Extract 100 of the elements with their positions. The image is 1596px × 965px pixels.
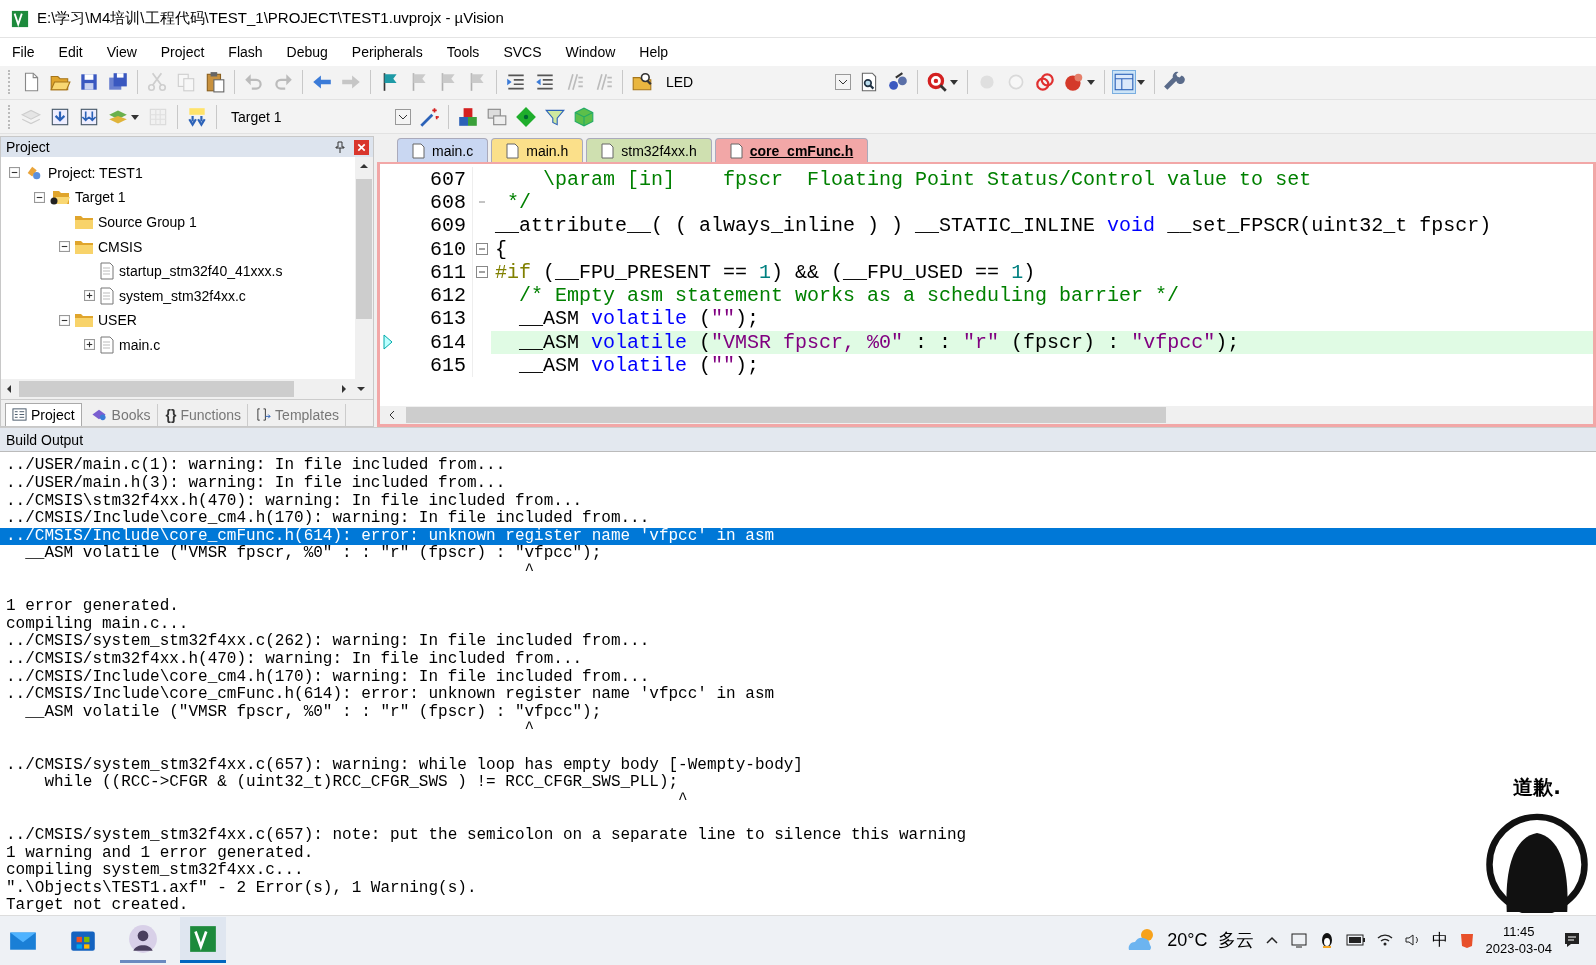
- panel-tab[interactable]: Books: [83, 403, 158, 426]
- file-icon: [99, 262, 115, 281]
- output-line[interactable]: ../CMSIS/system_stm32f4xx.c(657): warning: while loop has empty body [-Wempty-body]: [0, 756, 803, 775]
- file-icon: [99, 335, 115, 354]
- collapse-toggle[interactable]: [9, 167, 20, 179]
- folder-icon: [74, 213, 94, 230]
- magic-wand-icon[interactable]: [418, 105, 440, 128]
- menu-item[interactable]: Peripherals: [351, 44, 434, 60]
- collapse-toggle[interactable]: [59, 241, 70, 253]
- tree-item[interactable]: Source Group 1: [98, 213, 197, 230]
- close-icon[interactable]: [354, 139, 369, 155]
- scroll-thumb[interactable]: [356, 179, 372, 320]
- window-layout-icon[interactable]: [1113, 71, 1135, 94]
- output-line[interactable]: ^: [0, 721, 535, 739]
- fold-toggle[interactable]: [476, 266, 488, 279]
- file-tab[interactable]: main.h: [491, 138, 584, 163]
- tree-item[interactable]: system_stm32f4xx.c: [119, 287, 246, 304]
- combo-box[interactable]: Target 1: [225, 104, 411, 129]
- output-line[interactable]: compiling main.c...: [0, 615, 189, 634]
- pin-icon[interactable]: [334, 141, 346, 154]
- file-icon: [99, 286, 115, 305]
- file-tab[interactable]: stm32f4xx.h: [586, 138, 712, 163]
- monitor-icon[interactable]: [1289, 931, 1308, 950]
- output-line[interactable]: ../CMSIS\stm32f4xx.h(470): warning: In file included from...: [0, 492, 583, 511]
- input-method[interactable]: 中: [1431, 929, 1448, 951]
- expand-toggle[interactable]: [84, 339, 95, 351]
- scroll-thumb[interactable]: [19, 380, 294, 397]
- folder-icon: [74, 238, 94, 255]
- tree-item[interactable]: startup_stm32f40_41xxx.s: [119, 263, 283, 280]
- menu-item[interactable]: View: [106, 44, 148, 60]
- output-line[interactable]: ../CMSIS/system_stm32f4xx.c(262): warning: In file included from...: [0, 633, 650, 651]
- file-icon: [601, 142, 616, 159]
- templates-icon: [256, 407, 272, 423]
- menu-item[interactable]: Tools: [446, 44, 491, 60]
- load-icon[interactable]: [186, 105, 208, 128]
- bug-icon[interactable]: [1063, 71, 1085, 94]
- code-line: __ASM volatile ("");: [518, 307, 761, 331]
- output-line[interactable]: compiling system_stm32f4xx.c...: [0, 862, 304, 880]
- file-icon: [506, 142, 521, 159]
- output-line[interactable]: ".\Objects\TEST1.axf" - 2 Error(s), 1 Warning(s).: [0, 879, 477, 898]
- clock-date[interactable]: 2023-03-04: [1485, 940, 1552, 958]
- temperature[interactable]: 20°C: [1167, 929, 1208, 951]
- file-icon: [729, 142, 744, 159]
- output-line[interactable]: Target not created.: [0, 897, 189, 915]
- tree-item[interactable]: Project: TEST1: [48, 164, 143, 181]
- code-line: __ASM volatile ("");: [518, 353, 761, 378]
- expand-toggle[interactable]: [84, 290, 95, 302]
- diamond-icon[interactable]: [515, 105, 537, 128]
- tree-item[interactable]: CMSIS: [98, 238, 143, 255]
- output-line[interactable]: ../CMSIS/Include\core_cm4.h(170): warning: In file included from...: [0, 668, 650, 687]
- menu-item[interactable]: File: [12, 44, 46, 60]
- code-line: #if (__FPU_PRESENT == 1) && (__FPU_USED == 1): [494, 260, 1037, 284]
- output-line[interactable]: __ASM volatile ("VMSR fpscr, %0" : : "r" (fpscr) : "vfpcc");: [0, 545, 602, 564]
- fold-toggle[interactable]: [476, 243, 488, 255]
- output-line[interactable]: ^: [0, 563, 535, 581]
- tree-item[interactable]: USER: [98, 312, 137, 329]
- code-line: __attribute__( ( always_inline ) ) __STATIC_INLINE void __set_FPSCR(uint32_t fpscr): [494, 214, 1493, 238]
- output-line[interactable]: __ASM volatile ("VMSR fpscr, %0" : : "r" (fpscr) : "vfpcc");: [0, 703, 602, 722]
- paste-icon[interactable]: [204, 71, 226, 94]
- breakpoints-icon[interactable]: [1034, 71, 1056, 94]
- file-tab[interactable]: main.c: [397, 138, 489, 163]
- file-tab[interactable]: core_cmFunc.h: [714, 138, 869, 163]
- target-folder-icon: [49, 188, 71, 207]
- menu-item[interactable]: Flash: [228, 44, 274, 60]
- collapse-toggle[interactable]: [34, 191, 45, 203]
- app-logo-icon: [188, 923, 218, 954]
- panel-tab[interactable]: Project: [5, 402, 82, 426]
- output-line[interactable]: while ((RCC->CFGR & (uint32_t)RCC_CFGR_SWS ) != RCC_CFGR_SWS_PLL);: [0, 774, 679, 792]
- tree-item[interactable]: Target 1: [75, 189, 126, 206]
- menu-item[interactable]: Edit: [58, 44, 94, 60]
- output-line[interactable]: 1 warning and 1 error generated.: [0, 844, 314, 863]
- output-line[interactable]: ../CMSIS/Include\core_cm4.h(170): warning: In file included from...: [0, 510, 650, 528]
- taskbar-app[interactable]: [180, 917, 226, 964]
- tree-item[interactable]: main.c: [119, 336, 161, 353]
- blocks-icon[interactable]: [457, 105, 479, 128]
- menu-item[interactable]: Window: [565, 44, 627, 60]
- panel-tab[interactable]: Templates: [250, 403, 346, 426]
- debug-icon[interactable]: [926, 71, 948, 94]
- output-line[interactable]: ../CMSIS/Include\core_cmFunc.h(614): error: unknown register name 'vfpcc' in asm: [0, 686, 775, 704]
- code-line: \param [in] fpscr Floating Point Status/Control value to set: [542, 167, 1313, 191]
- code-line: {: [494, 237, 508, 261]
- menu-item[interactable]: Project: [160, 44, 216, 60]
- output-line[interactable]: ^: [0, 791, 688, 810]
- cube-icon[interactable]: [573, 105, 595, 128]
- scroll-thumb[interactable]: [406, 406, 1166, 423]
- collapse-toggle[interactable]: [59, 314, 70, 326]
- output-line[interactable]: ../CMSIS/system_stm32f4xx.c(657): note: put the semicolon on a separate line to silence this warning: [0, 826, 967, 845]
- menu-item[interactable]: SVCS: [503, 44, 553, 60]
- battery-icon[interactable]: [1345, 933, 1366, 948]
- output-line[interactable]: ../USER/main.h(3): warning: In file included from...: [0, 475, 506, 493]
- weather-condition[interactable]: 多云: [1217, 928, 1254, 953]
- clock-time[interactable]: 11:45: [1502, 923, 1535, 941]
- menu-item[interactable]: Debug: [286, 44, 339, 60]
- menu-item[interactable]: Help: [639, 44, 680, 60]
- output-line[interactable]: ../CMSIS/stm32f4xx.h(470): warning: In file included from...: [0, 651, 583, 669]
- panel-tab[interactable]: {} Functions: [159, 403, 249, 426]
- output-line[interactable]: 1 error generated.: [0, 598, 179, 616]
- app-icon: [11, 9, 29, 28]
- combo-box[interactable]: LED: [660, 70, 851, 95]
- output-line[interactable]: ../USER/main.c(1): warning: In file included from...: [0, 457, 506, 476]
